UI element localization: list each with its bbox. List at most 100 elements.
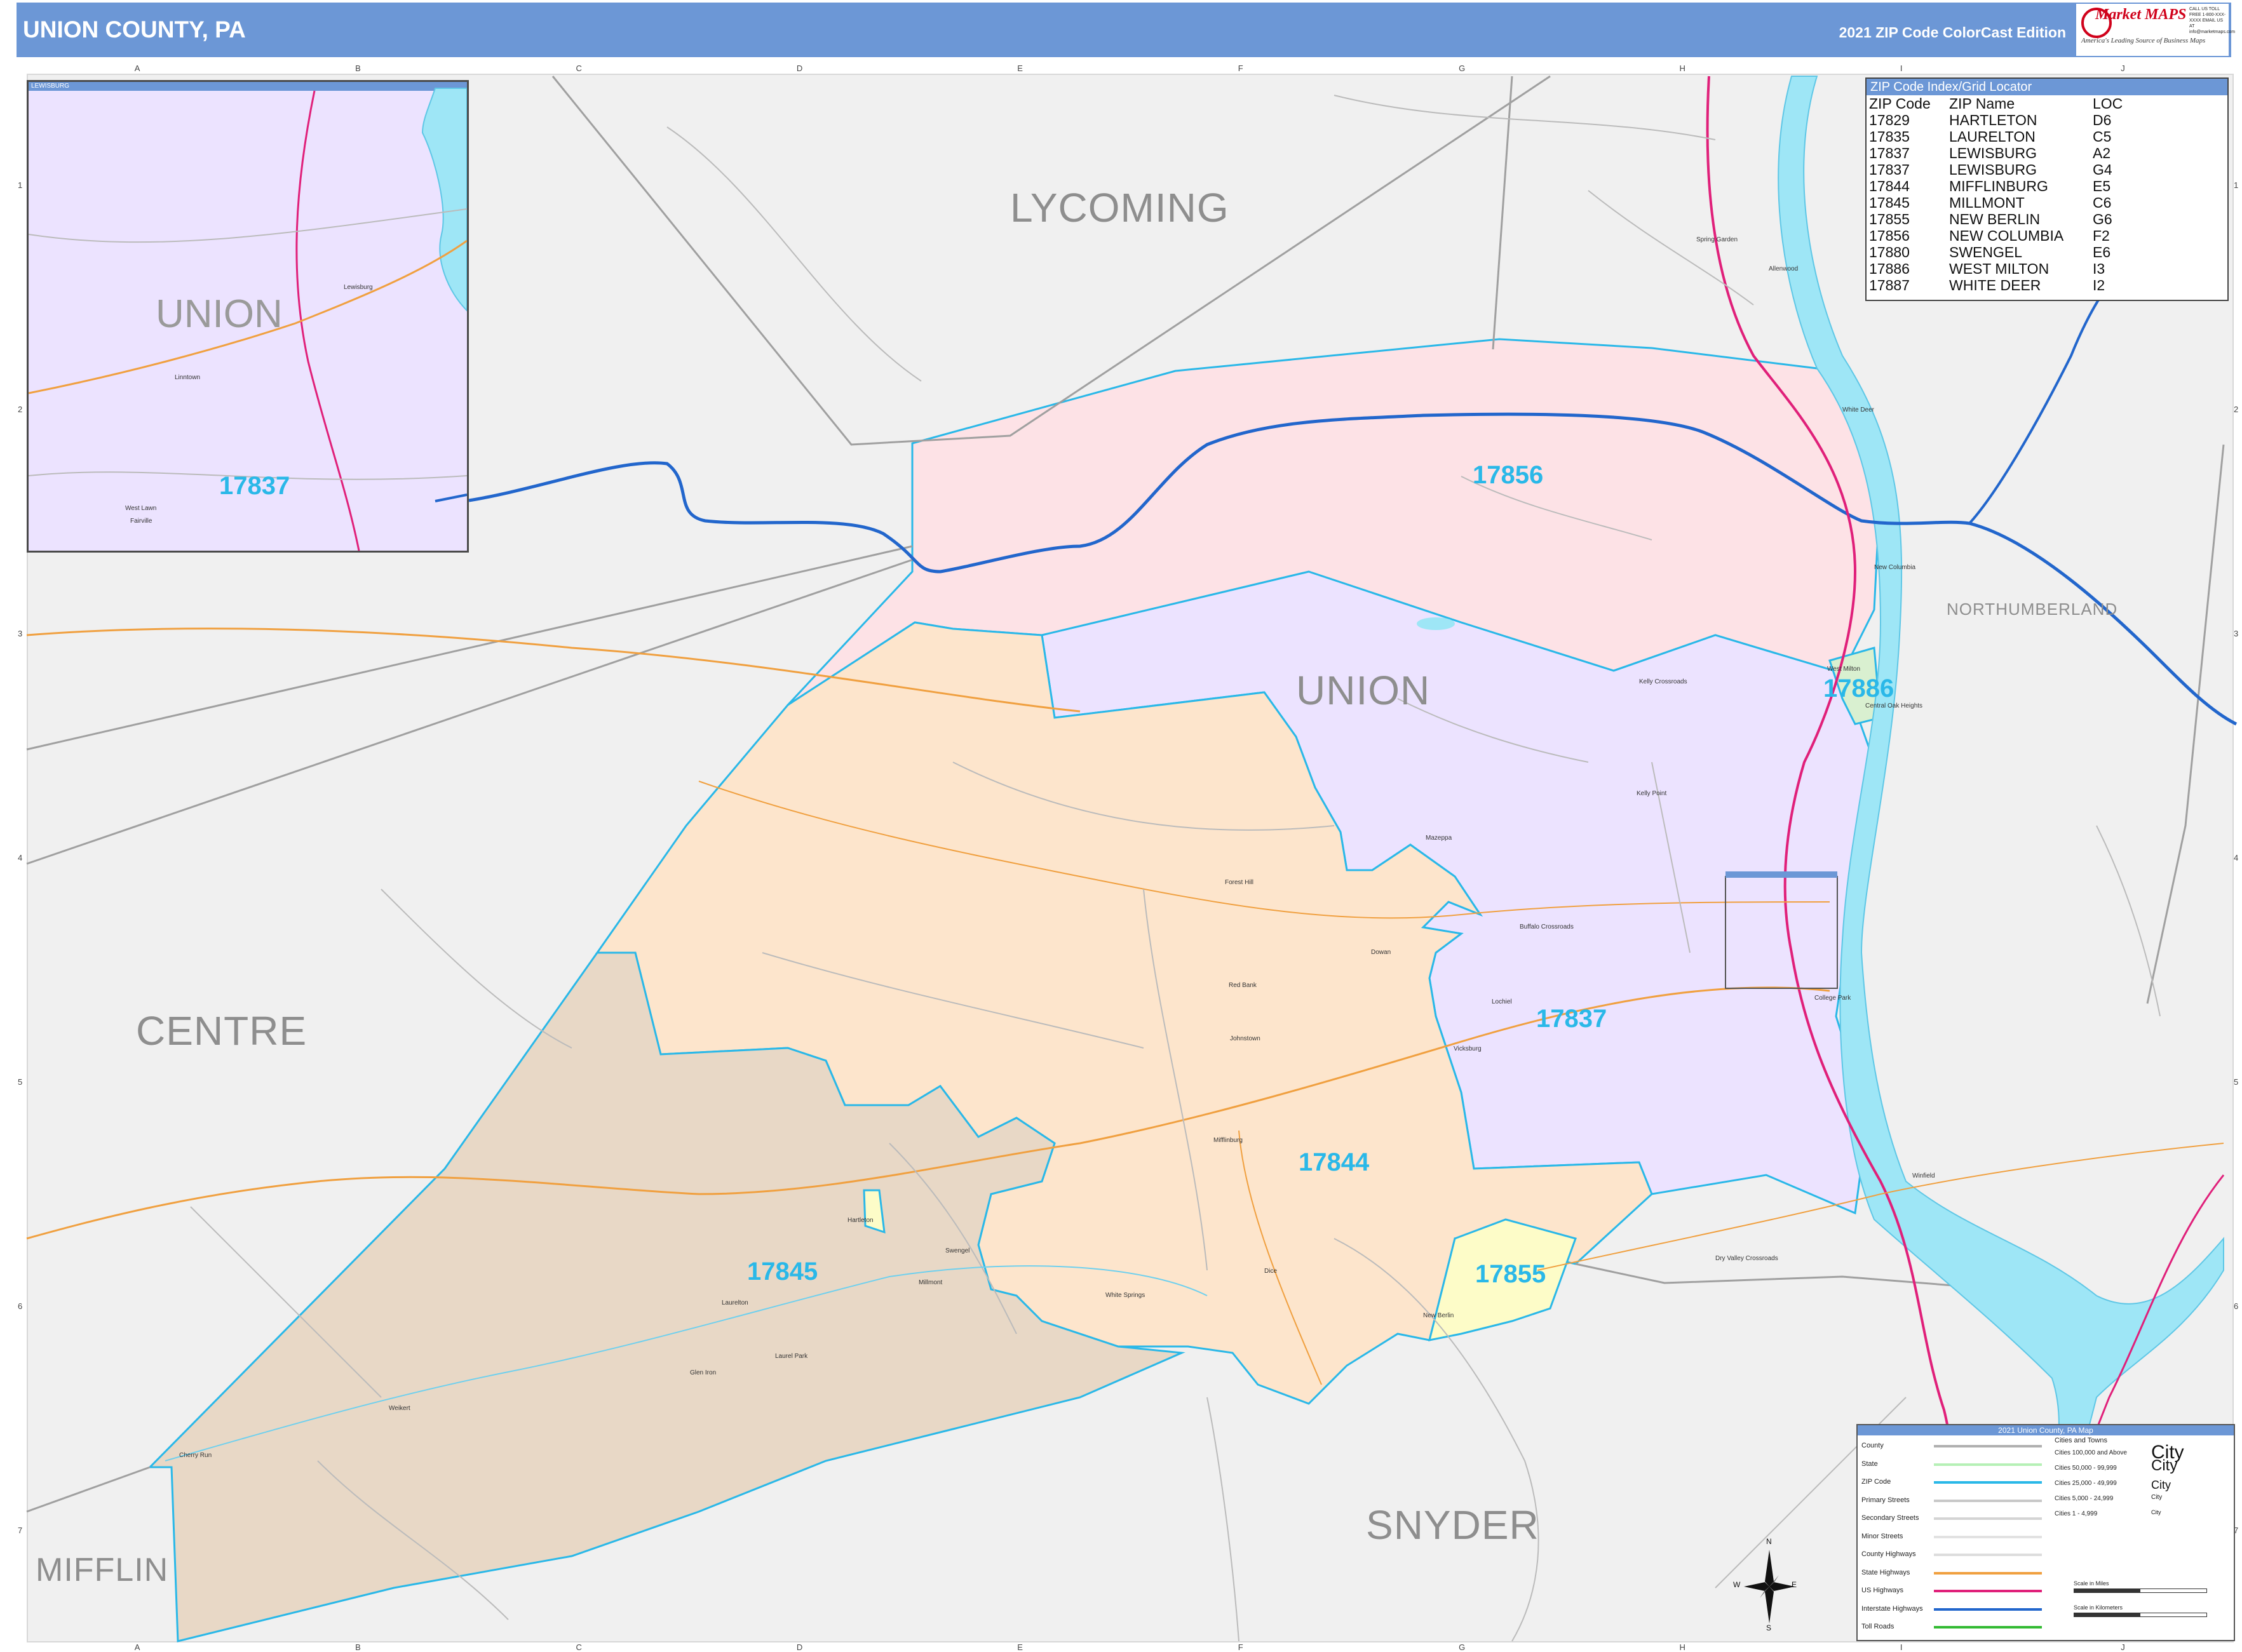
inset-zip-label: 17837	[219, 472, 290, 500]
inset-street-1	[29, 208, 467, 243]
legend-city-label: Cities 100,000 and Above	[2055, 1449, 2127, 1456]
place-college-park: College Park	[1814, 995, 1851, 1002]
zip-index-row[interactable]: 17880 SWENGEL E6	[1869, 244, 2129, 260]
grid-col-top-A: A	[134, 64, 140, 73]
zip-index-row[interactable]: 17829 HARTLETON D6	[1869, 112, 2129, 128]
compass-s: S	[1766, 1623, 1772, 1632]
legend-item-swatch	[1934, 1499, 2042, 1502]
zip-index-title: ZIP Code Index/Grid Locator	[1867, 79, 2227, 95]
grid-row-left-5: 5	[18, 1077, 23, 1087]
zip-index-zip: 17880	[1869, 244, 1910, 260]
legend-item-label: Primary Streets	[1861, 1496, 1910, 1504]
zip-index-row[interactable]: 17845 MILLMONT C6	[1869, 194, 2129, 211]
map-legend: 2021 Union County, PA Map County State ZIP…	[1856, 1424, 2235, 1641]
zip-index-row[interactable]: 17837 LEWISBURG G4	[1869, 161, 2129, 178]
scale-km-label: Scale in Kilometers	[2074, 1604, 2123, 1611]
grid-col-top-G: G	[1459, 64, 1466, 73]
inset-river	[421, 88, 467, 312]
zip-index-zip: 17837	[1869, 145, 1910, 161]
scale-km-bar	[2074, 1613, 2207, 1617]
zip-index-loc: C6	[2093, 194, 2112, 211]
lewisburg-inset-map[interactable]: LEWISBURG UNION 17837 Lewisburg Linntown…	[27, 80, 469, 553]
scale-miles: Scale in Miles	[2074, 1580, 2207, 1593]
grid-col-top-E: E	[1017, 64, 1023, 73]
place-kelly-point: Kelly Point	[1637, 790, 1667, 797]
zip-index-table: ZIP Code ZIP Name LOC 17829 HARTLETON D6 17…	[1869, 95, 2129, 293]
zip-index-name: LEWISBURG	[1949, 161, 2037, 178]
place-winfield: Winfield	[1912, 1172, 1935, 1179]
grid-row-right-6: 6	[2234, 1301, 2239, 1311]
county-border-northumberland	[2146, 444, 2225, 1004]
place-dowan: Dowan	[1371, 949, 1391, 956]
zip-index-row[interactable]: 17837 LEWISBURG A2	[1869, 145, 2129, 161]
grid-col-top-I: I	[1900, 64, 1903, 73]
county-border-mifflin	[26, 1466, 151, 1513]
zip-index-loc: E5	[2093, 178, 2111, 194]
zip-index-row[interactable]: 17887 WHITE DEER I2	[1869, 277, 2129, 293]
legend-item-label: Secondary Streets	[1861, 1514, 1919, 1522]
legend-item-swatch	[1934, 1626, 2042, 1628]
legend-item-label: County	[1861, 1442, 1884, 1449]
zip-index-zip: 17856	[1869, 227, 1910, 244]
grid-col-top-C: C	[576, 64, 582, 73]
lake-icon	[1417, 617, 1455, 630]
zip-index-row[interactable]: 17855 NEW BERLIN G6	[1869, 211, 2129, 227]
place-spring-garden: Spring Garden	[1696, 236, 1738, 243]
county-border-lycoming-union	[1492, 76, 1513, 350]
zip-index-row[interactable]: 17856 NEW COLUMBIA F2	[1869, 227, 2129, 244]
legend-item-swatch	[1934, 1517, 2042, 1520]
zip-index-name: SWENGEL	[1949, 244, 2023, 260]
legend-city-sample: City	[2151, 1494, 2163, 1501]
inset-us-highway	[295, 90, 360, 551]
zip-index-zip: 17844	[1869, 178, 1910, 194]
legend-cities-header: Cities and Towns	[2055, 1437, 2107, 1444]
grid-col-top-B: B	[355, 64, 361, 73]
zip-index-name: HARTLETON	[1949, 112, 2037, 128]
legend-item-swatch	[1934, 1463, 2042, 1466]
compass-rose-icon: N S E W	[1733, 1537, 1798, 1632]
grid-row-right-5: 5	[2234, 1077, 2239, 1087]
place-new-columbia: New Columbia	[1874, 564, 1916, 571]
grid-row-left-6: 6	[18, 1301, 23, 1311]
zip-index-zip: 17845	[1869, 194, 1910, 211]
place-mifflinburg: Mifflinburg	[1213, 1137, 1243, 1144]
lewisburg-locator-head	[1725, 871, 1837, 878]
legend-item-label: State	[1861, 1460, 1878, 1468]
zip-index-name: NEW COLUMBIA	[1949, 227, 2064, 244]
place-dry-valley-crossroads: Dry Valley Crossroads	[1715, 1255, 1778, 1262]
zip-index-name: LEWISBURG	[1949, 145, 2037, 161]
place-kelly-crossroads: Kelly Crossroads	[1639, 678, 1687, 685]
grid-row-right-2: 2	[2234, 405, 2239, 415]
zip-index-loc: I2	[2093, 277, 2105, 293]
grid-row-left-4: 4	[18, 853, 23, 863]
county-label-snyder: SNYDER	[1366, 1502, 1539, 1548]
legend-item-swatch	[1934, 1481, 2042, 1484]
county-label-mifflin: MIFFLIN	[36, 1552, 169, 1588]
legend-city-sample: City	[2151, 1479, 2171, 1491]
place-cherry-run: Cherry Run	[179, 1452, 212, 1459]
zip-index-name: WEST MILTON	[1949, 260, 2050, 277]
grid-col-top-F: F	[1238, 64, 1243, 73]
zip-index-loc: A2	[2093, 145, 2111, 161]
zip-index-row[interactable]: 17844 MIFFLINBURG E5	[1869, 178, 2129, 194]
zip-code-index: ZIP Code Index/Grid Locator ZIP Code ZIP…	[1865, 77, 2229, 301]
grid-col-bottom-J: J	[2121, 1642, 2125, 1652]
zip-index-zip: 17835	[1869, 128, 1910, 145]
grid-col-bottom-D: D	[796, 1642, 803, 1652]
legend-city-label: Cities 5,000 - 24,999	[2055, 1495, 2114, 1502]
zip-index-zip: 17837	[1869, 161, 1910, 178]
grid-col-top-H: H	[1679, 64, 1685, 73]
legend-item-label: State Highways	[1861, 1568, 1910, 1576]
zip-index-loc: F2	[2093, 227, 2110, 244]
place-buffalo-crossroads: Buffalo Crossroads	[1520, 923, 1574, 930]
inset-place-lewisburg: Lewisburg	[344, 284, 373, 291]
place-lochiel: Lochiel	[1492, 998, 1512, 1005]
grid-col-top-D: D	[796, 64, 803, 73]
legend-city-label: Cities 1 - 4,999	[2055, 1510, 2098, 1517]
zip-index-row[interactable]: 17835 LAURELTON C5	[1869, 128, 2129, 145]
grid-col-bottom-G: G	[1459, 1642, 1466, 1652]
zip-index-row[interactable]: 17886 WEST MILTON I3	[1869, 260, 2129, 277]
zip-label-17845: 17845	[747, 1258, 818, 1286]
place-forest-hill: Forest Hill	[1225, 879, 1254, 886]
legend-item-swatch	[1934, 1535, 2042, 1538]
